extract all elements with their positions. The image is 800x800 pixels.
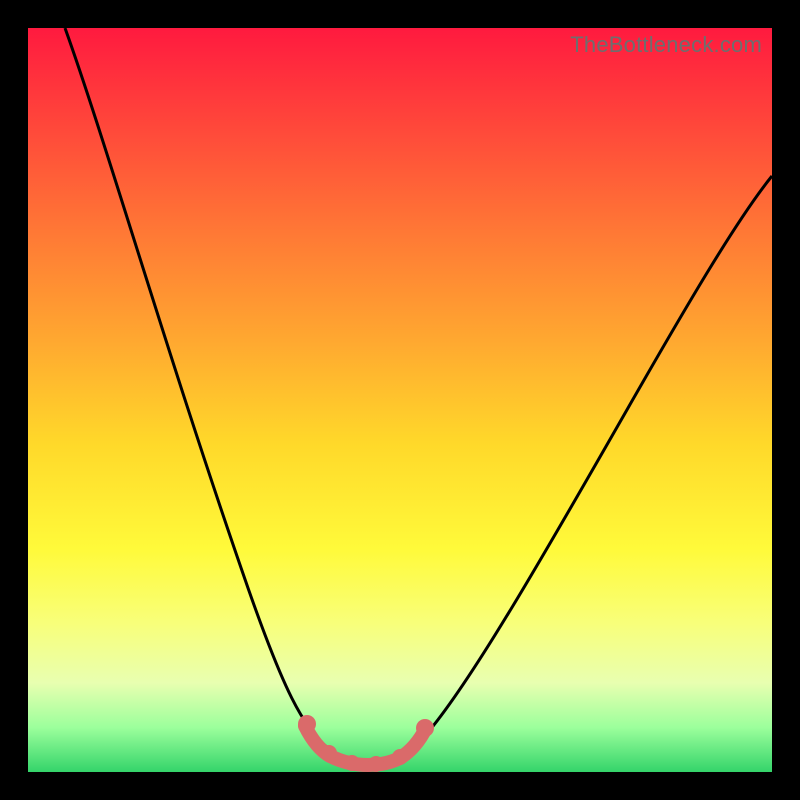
optimal-zone-dot-left — [298, 715, 316, 733]
optimal-zone-line — [305, 726, 426, 765]
optimal-zone-dot — [344, 755, 360, 771]
watermark-text: TheBottleneck.com — [570, 32, 762, 58]
chart-frame: TheBottleneck.com — [0, 0, 800, 800]
optimal-zone-dot — [392, 749, 408, 765]
optimal-zone-dot — [368, 756, 384, 772]
chart-plot-area: TheBottleneck.com — [28, 28, 772, 772]
chart-svg — [28, 28, 772, 772]
bottleneck-curve — [65, 28, 772, 763]
optimal-zone-dot — [321, 745, 337, 761]
optimal-zone-dot-right — [416, 719, 434, 737]
